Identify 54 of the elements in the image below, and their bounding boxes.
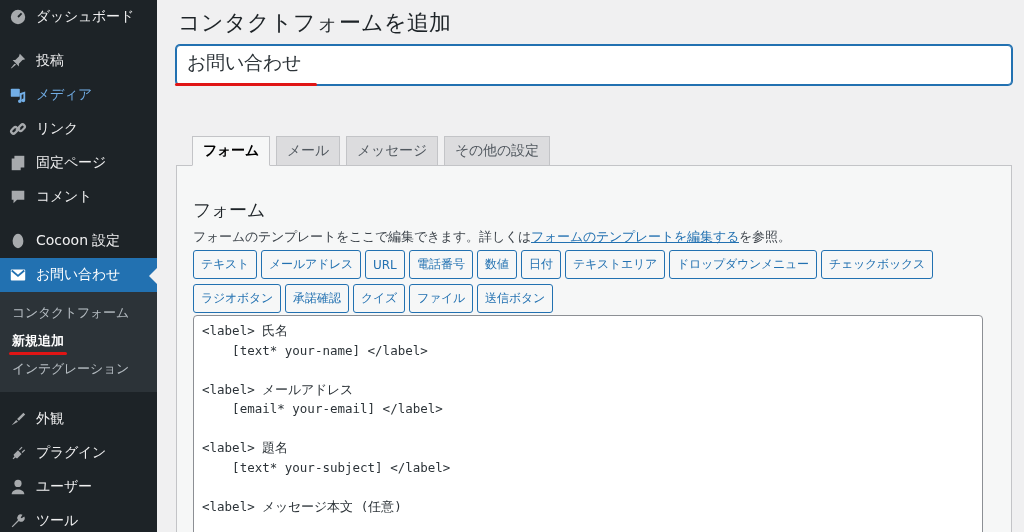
- tab[interactable]: その他の設定: [444, 136, 550, 166]
- code-line: <label> 題名: [202, 439, 289, 457]
- submenu-item[interactable]: インテグレーション: [12, 355, 129, 383]
- menu-item[interactable]: 外観: [0, 402, 157, 436]
- menu-item[interactable]: プラグイン: [0, 436, 157, 470]
- menu-item[interactable]: メディア: [0, 78, 157, 112]
- code-line: [email* your-email] </label>: [231, 400, 443, 418]
- menu-item[interactable]: ダッシュボード: [0, 0, 157, 34]
- brush-icon: [9, 410, 27, 428]
- link-icon: [9, 120, 27, 138]
- pages-icon: [9, 154, 27, 172]
- tag-generator-button[interactable]: ラジオボタン: [193, 284, 281, 313]
- help-link[interactable]: フォームのテンプレートを編集する: [531, 229, 739, 244]
- wrench-icon: [9, 512, 27, 530]
- tag-generator-button[interactable]: 電話番号: [408, 250, 473, 279]
- menu-item[interactable]: 固定ページ: [0, 146, 157, 180]
- code-line: [text* your-subject] </label>: [231, 458, 451, 477]
- form-template-editor[interactable]: <label> 氏名 [text* your-name] </label> <label> メールアドレス [email* your-email] </label> <label> 題名 [text* your-subject] </label> <label> メッセージ本文 (任意): [193, 315, 983, 532]
- tag-generator-button[interactable]: テキストエリア: [564, 250, 665, 279]
- tag-generator-button[interactable]: 承諾確認: [285, 284, 349, 313]
- page-title: コンタクトフォームを追加: [178, 9, 452, 37]
- menu-item[interactable]: リンク: [0, 112, 157, 146]
- menu-item[interactable]: Cocoon 設定: [0, 224, 157, 258]
- menu-item[interactable]: お問い合わせ: [0, 258, 157, 292]
- gauge-icon: [9, 8, 27, 26]
- title-field[interactable]: お問い合わせ: [176, 45, 1012, 85]
- code-line: <label> 氏名: [202, 322, 289, 340]
- tag-generator-button[interactable]: メールアドレス: [261, 250, 361, 279]
- description-text: フォームのテンプレートをここで編集できます。詳しくはフォームのテンプレートを編集するを参照。: [193, 229, 792, 246]
- tag-generator-button[interactable]: 日付: [520, 250, 561, 279]
- menu-item[interactable]: ツール: [0, 504, 157, 532]
- menu-item[interactable]: ユーザー: [0, 470, 157, 504]
- code-line: <label> メッセージ本文 (任意): [202, 497, 402, 516]
- tag-generator-button[interactable]: URL: [365, 250, 405, 279]
- tag-generator-button[interactable]: クイズ: [353, 284, 405, 313]
- menu-item[interactable]: 投稿: [0, 44, 157, 78]
- tab[interactable]: フォーム: [192, 136, 270, 166]
- tag-generator-button[interactable]: ファイル: [409, 284, 473, 313]
- tag-generator-button[interactable]: ドロップダウンメニュー: [668, 250, 817, 279]
- pin-icon: [9, 52, 27, 70]
- code-line: <label> メールアドレス: [202, 380, 354, 399]
- code-line: [text* your-name] </label>: [231, 341, 428, 360]
- user-icon: [9, 478, 27, 496]
- submenu-item[interactable]: 新規追加: [12, 327, 64, 355]
- section-heading: フォーム: [193, 198, 266, 222]
- tag-generator-button[interactable]: 送信ボタン: [477, 284, 553, 313]
- media-icon: [9, 86, 27, 104]
- tab[interactable]: メッセージ: [346, 136, 438, 166]
- tag-generator-button[interactable]: チェックボックス: [820, 250, 933, 279]
- submenu-item[interactable]: コンタクトフォーム: [12, 299, 129, 327]
- tab[interactable]: メール: [276, 136, 340, 166]
- tag-generator-button[interactable]: テキスト: [193, 250, 257, 279]
- tag-generator-button[interactable]: 数値: [476, 250, 517, 279]
- menu-item[interactable]: コメント: [0, 180, 157, 214]
